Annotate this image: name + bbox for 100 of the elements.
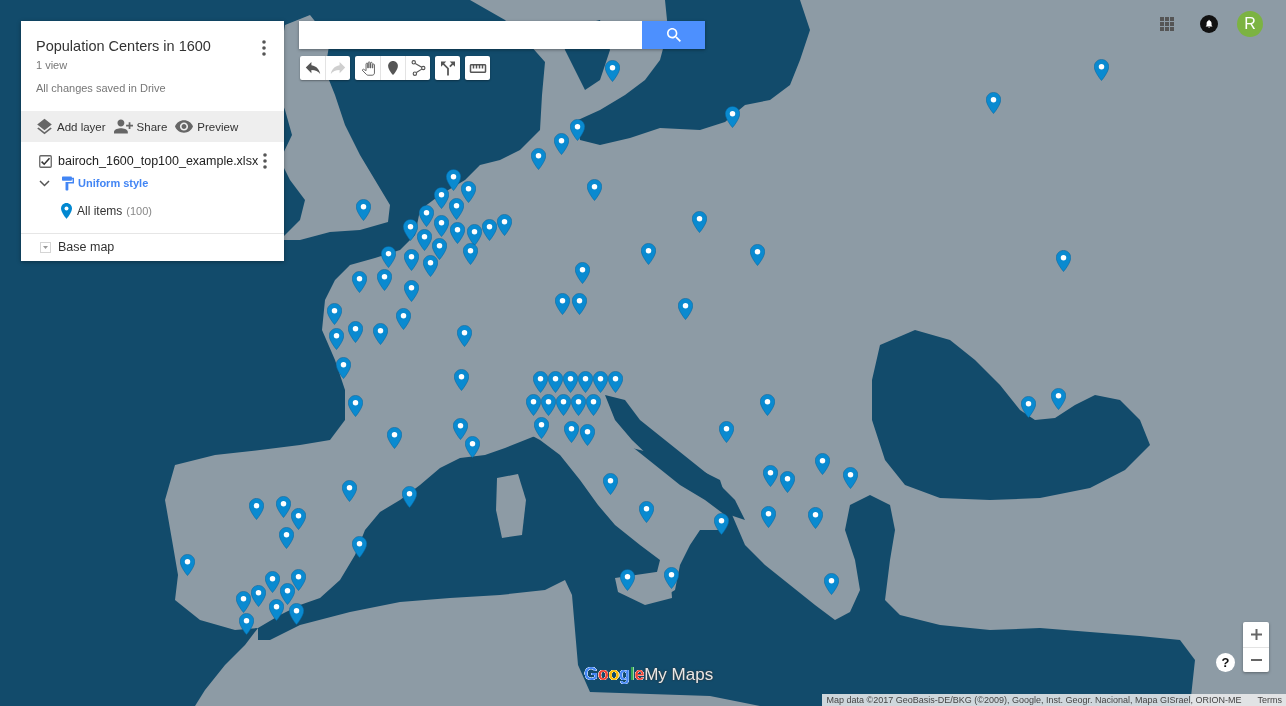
map-pin-icon[interactable] (640, 242, 656, 265)
map-pin-icon[interactable] (555, 393, 571, 416)
map-pin-icon[interactable] (563, 420, 579, 443)
map-pin-icon[interactable] (533, 416, 549, 439)
map-pin-icon[interactable] (525, 393, 541, 416)
map-pin-icon[interactable] (448, 197, 464, 220)
map-pin-icon[interactable] (1093, 58, 1109, 81)
add-layer-button[interactable]: Add layer (36, 118, 106, 135)
dropdown-toggle-icon[interactable] (40, 242, 51, 253)
map-pin-icon[interactable] (530, 147, 546, 170)
map-pin-icon[interactable] (663, 566, 679, 589)
map-pin-icon[interactable] (691, 210, 707, 233)
map-pin-icon[interactable] (713, 512, 729, 535)
map-pin-icon[interactable] (807, 506, 823, 529)
map-pin-icon[interactable] (779, 470, 795, 493)
map-pin-icon[interactable] (347, 394, 363, 417)
map-pin-icon[interactable] (403, 279, 419, 302)
chevron-icon[interactable] (39, 179, 50, 187)
search-button[interactable] (642, 21, 705, 49)
map-pin-icon[interactable] (290, 507, 306, 530)
map-pin-icon[interactable] (445, 168, 461, 191)
map-pin-icon[interactable] (1050, 387, 1066, 410)
layer-name[interactable]: bairoch_1600_top100_example.xlsx (58, 153, 259, 169)
map-pin-icon[interactable] (275, 495, 291, 518)
map-pin-icon[interactable] (372, 322, 388, 345)
directions-button[interactable] (435, 56, 460, 80)
map-pin-icon[interactable] (760, 505, 776, 528)
map-pin-icon[interactable] (376, 268, 392, 291)
map-pin-icon[interactable] (235, 590, 251, 613)
map-pin-icon[interactable] (570, 393, 586, 416)
map-pin-icon[interactable] (842, 466, 858, 489)
map-pin-icon[interactable] (456, 324, 472, 347)
map-pin-icon[interactable] (464, 435, 480, 458)
map-pin-icon[interactable] (433, 186, 449, 209)
map-pin-icon[interactable] (341, 479, 357, 502)
map-pin-icon[interactable] (554, 292, 570, 315)
map-pin-icon[interactable] (762, 464, 778, 487)
layer-checkbox[interactable] (39, 154, 52, 168)
map-pin-icon[interactable] (268, 598, 284, 621)
map-pin-icon[interactable] (759, 393, 775, 416)
map-pin-icon[interactable] (585, 393, 601, 416)
map-pin-icon[interactable] (386, 426, 402, 449)
map-pin-icon[interactable] (638, 500, 654, 523)
map-pin-icon[interactable] (619, 568, 635, 591)
map-pin-icon[interactable] (586, 178, 602, 201)
map-pin-icon[interactable] (579, 423, 595, 446)
map-pin-icon[interactable] (402, 218, 418, 241)
map-pin-icon[interactable] (496, 213, 512, 236)
map-pin-icon[interactable] (1020, 395, 1036, 418)
map-pin-icon[interactable] (433, 214, 449, 237)
map-title[interactable]: Population Centers in 1600 (36, 36, 211, 56)
map-pin-icon[interactable] (985, 91, 1001, 114)
share-button[interactable]: Share (113, 119, 168, 134)
terms-link[interactable]: Terms (1257, 694, 1282, 706)
map-pin-icon[interactable] (453, 368, 469, 391)
preview-button[interactable]: Preview (175, 119, 239, 134)
map-pin-icon[interactable] (264, 570, 280, 593)
map-pin-icon[interactable] (481, 218, 497, 241)
map-pin-icon[interactable] (749, 243, 765, 266)
map-pin-icon[interactable] (462, 242, 478, 265)
map-pin-icon[interactable] (592, 370, 608, 393)
map-pin-icon[interactable] (431, 237, 447, 260)
map-pin-icon[interactable] (540, 393, 556, 416)
map-pin-icon[interactable] (238, 612, 254, 635)
map-pin-icon[interactable] (604, 59, 620, 82)
map-pin-icon[interactable] (422, 254, 438, 277)
map-pin-icon[interactable] (347, 320, 363, 343)
map-pin-icon[interactable] (401, 485, 417, 508)
map-pin-icon[interactable] (395, 307, 411, 330)
layer-items-label[interactable]: All items (77, 202, 123, 220)
map-pin-icon[interactable] (571, 292, 587, 315)
map-pin-icon[interactable] (248, 497, 264, 520)
map-pin-icon[interactable] (351, 270, 367, 293)
map-pin-icon[interactable] (724, 105, 740, 128)
map-pin-icon[interactable] (380, 245, 396, 268)
map-pin-icon[interactable] (328, 327, 344, 350)
map-pin-icon[interactable] (326, 302, 342, 325)
map-pin-icon[interactable] (460, 180, 476, 203)
search-field[interactable] (299, 21, 705, 49)
map-pin-icon[interactable] (452, 417, 468, 440)
map-pin-icon[interactable] (602, 472, 618, 495)
map-pin-icon[interactable] (577, 370, 593, 393)
map-pin-icon[interactable] (355, 198, 371, 221)
map-pin-icon[interactable] (351, 535, 367, 558)
map-pin-icon[interactable] (553, 132, 569, 155)
map-pin-icon[interactable] (607, 370, 623, 393)
map-pin-icon[interactable] (823, 572, 839, 595)
map-pin-icon[interactable] (814, 452, 830, 475)
map-pin-icon[interactable] (179, 553, 195, 576)
map-pin-icon[interactable] (279, 582, 295, 605)
style-link[interactable]: Uniform style (78, 174, 149, 192)
map-pin-icon[interactable] (403, 248, 419, 271)
map-pin-icon[interactable] (449, 221, 465, 244)
base-map-label[interactable]: Base map (58, 238, 115, 257)
map-pin-icon[interactable] (290, 568, 306, 591)
map-pin-icon[interactable] (250, 584, 266, 607)
map-pin-icon[interactable] (1055, 249, 1071, 272)
map-pin-icon[interactable] (562, 370, 578, 393)
map-pin-icon[interactable] (569, 118, 585, 141)
map-pin-icon[interactable] (677, 297, 693, 320)
